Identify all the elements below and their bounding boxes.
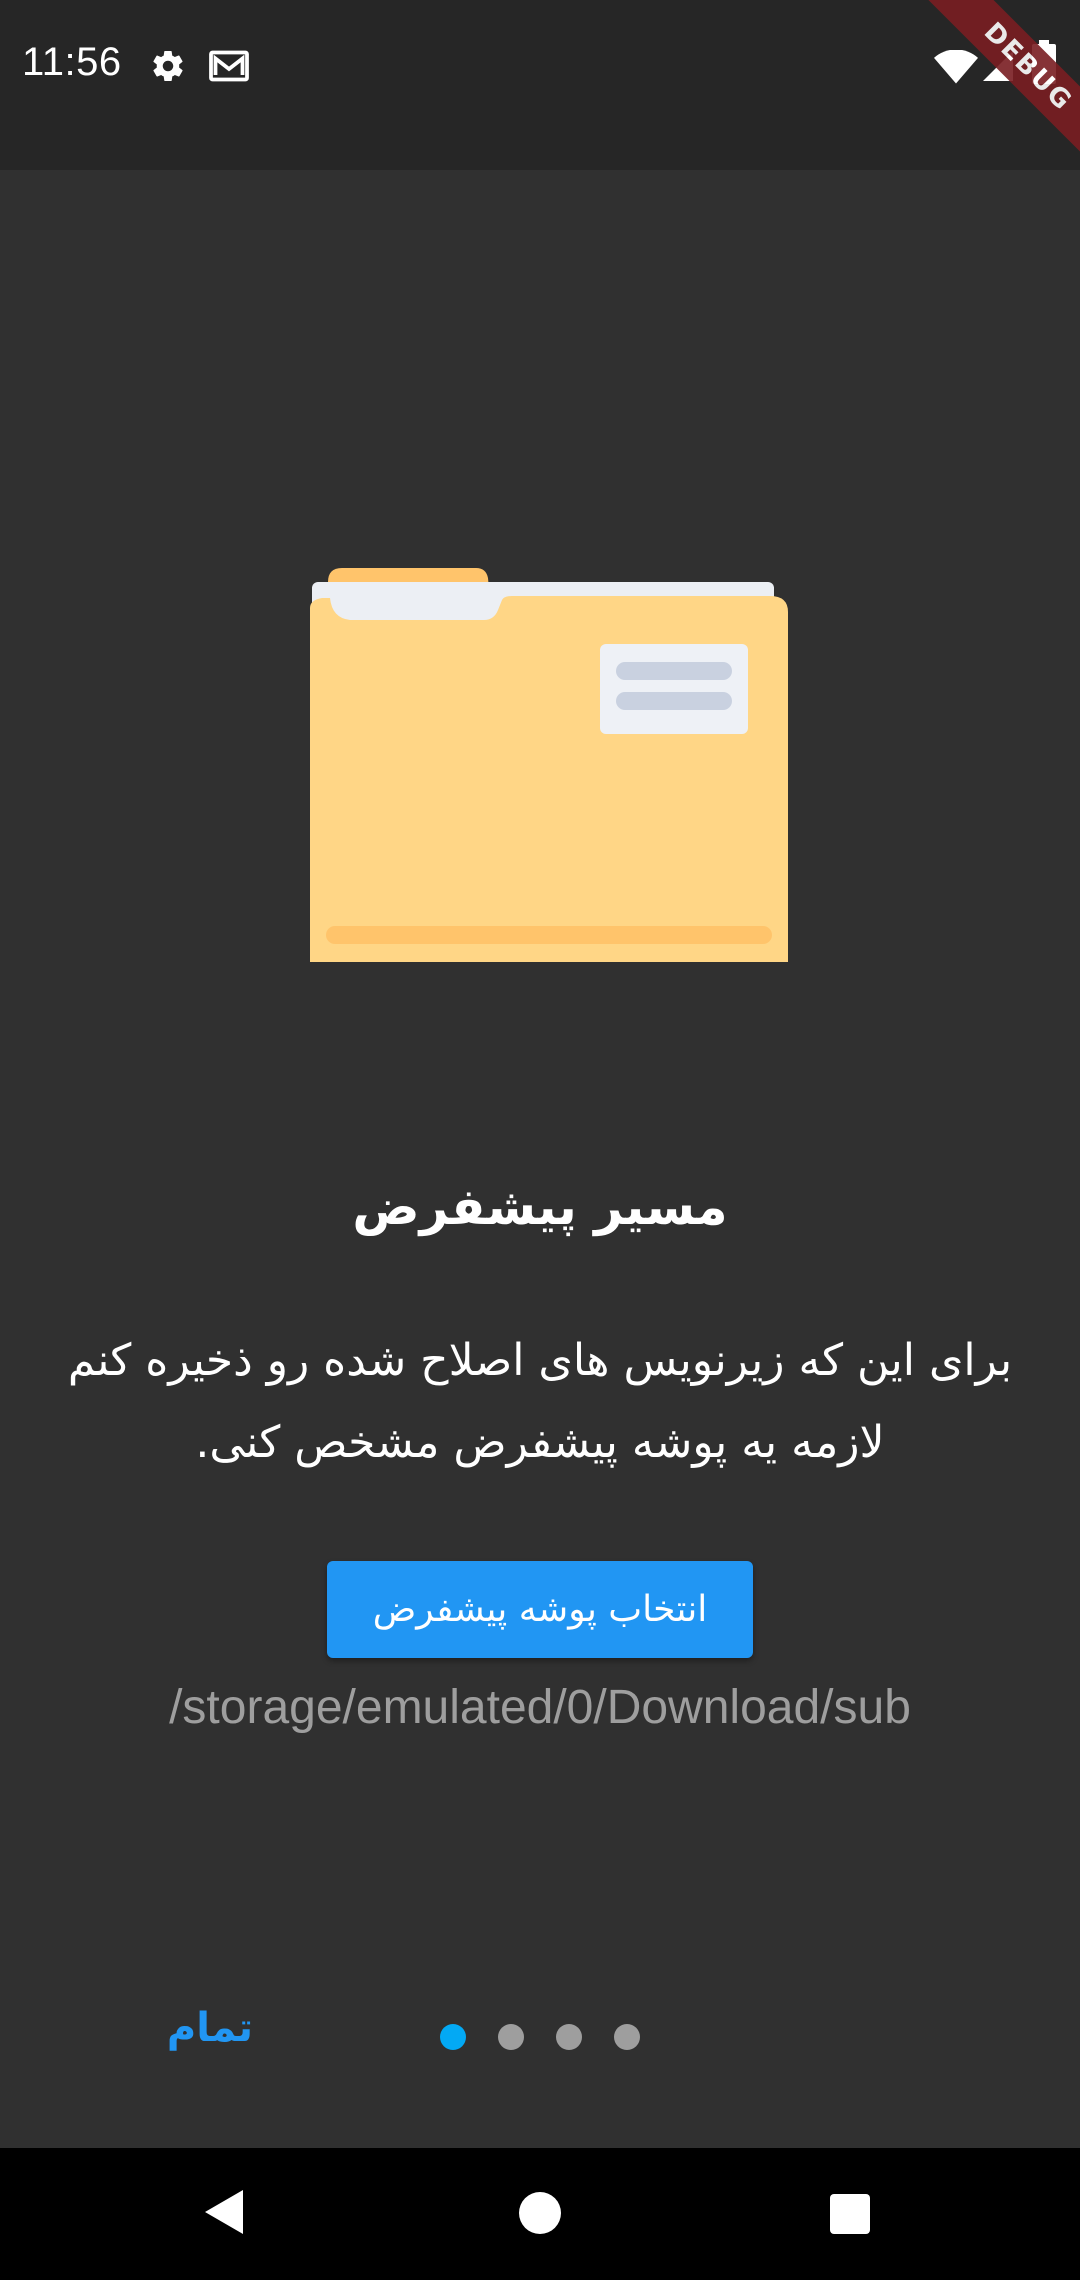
status-bar: 11:56 DEBUG <box>0 0 1080 176</box>
status-time: 11:56 <box>22 40 122 84</box>
page-title: مسیر پیشفرض <box>352 1178 728 1236</box>
folder-icon <box>290 560 790 970</box>
done-button[interactable]: تمام <box>160 2005 260 2051</box>
selected-folder-path: /storage/emulated/0/Download/sub <box>169 1681 911 1734</box>
system-navigation-bar <box>0 2148 1080 2280</box>
home-icon[interactable] <box>519 2192 561 2234</box>
recents-icon[interactable] <box>830 2194 870 2234</box>
onboarding-screen: 11:56 DEBUG مسیر پیشفرض برای این که زیرن… <box>0 0 1080 2280</box>
page-description: برای این که زیرنویس های اصلاح شده رو ذخی… <box>40 1320 1040 1484</box>
description-line: برای این که زیرنویس های اصلاح شده رو ذخی… <box>67 1335 1013 1386</box>
page-indicator-dot-3[interactable] <box>556 2024 582 2050</box>
gmail-icon <box>208 48 250 88</box>
description-line: لازمه یه پوشه پیشفرض مشخص کنی. <box>195 1417 885 1468</box>
page-indicator-dot-1[interactable] <box>440 2024 466 2050</box>
page-indicator-dot-2[interactable] <box>498 2024 524 2050</box>
debug-banner: DEBUG <box>900 0 1080 180</box>
page-indicator-dot-4[interactable] <box>614 2024 640 2050</box>
choose-default-folder-button[interactable]: انتخاب پوشه پیشفرض <box>327 1561 753 1658</box>
gear-icon <box>150 48 186 88</box>
debug-label: DEBUG <box>919 0 1080 176</box>
back-icon[interactable] <box>205 2190 243 2234</box>
